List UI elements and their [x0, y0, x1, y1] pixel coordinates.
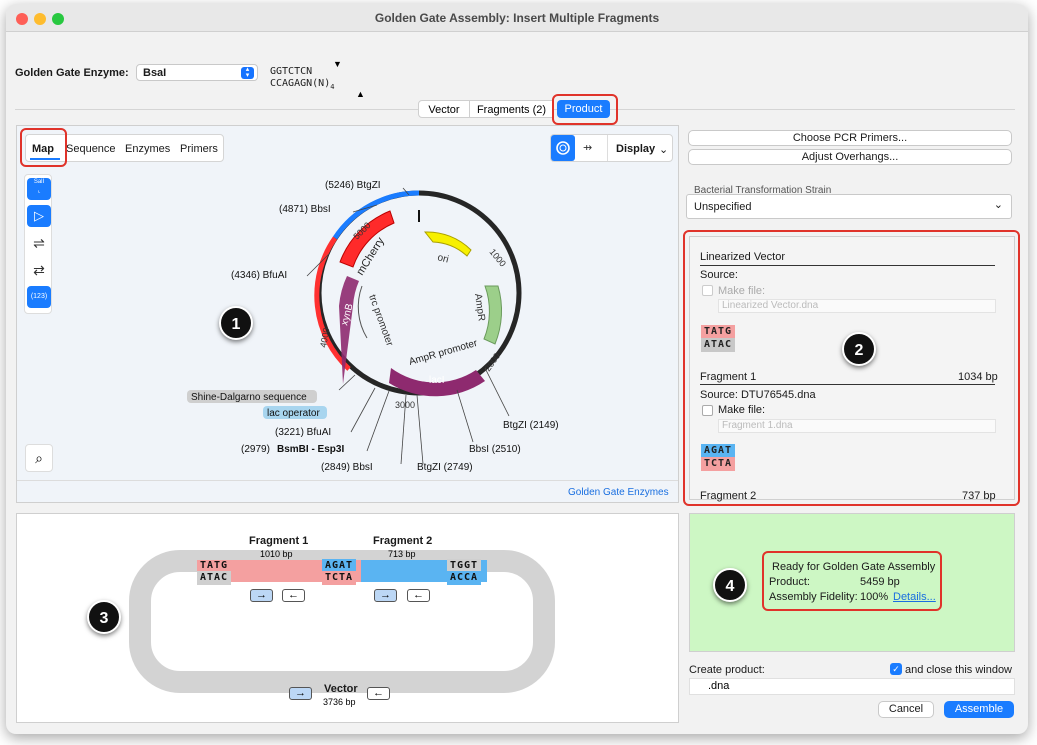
site-top-strand: GGTCTCN	[270, 66, 313, 77]
diagram-fragment1-title: Fragment 1	[249, 535, 309, 547]
window-title: Golden Gate Assembly: Insert Multiple Fr…	[374, 11, 660, 25]
choose-pcr-primers-button[interactable]: Choose PCR Primers...	[688, 130, 1012, 146]
site-2749: BtgZI (2749)	[417, 462, 473, 473]
badge-2: 2	[842, 332, 876, 366]
fragment2-forward-primer-icon[interactable]: →	[374, 589, 397, 602]
site-4346: (4346) BfuAI	[231, 270, 287, 281]
enzyme-select[interactable]: BsaI ▴ ▾	[136, 64, 258, 81]
product-filename-field[interactable]: .dna	[689, 678, 1015, 695]
assemble-button[interactable]: Assemble	[944, 701, 1014, 718]
title-bar: Golden Gate Assembly: Insert Multiple Fr…	[6, 4, 1028, 32]
site-2979-position: (2979)	[241, 444, 270, 455]
enzyme-value: BsaI	[143, 67, 167, 79]
enzyme-label: Golden Gate Enzyme:	[15, 67, 129, 79]
close-window-label: and close this window	[905, 664, 1013, 676]
feature-trc	[357, 285, 368, 339]
label-laci: lacI	[429, 375, 445, 386]
junction1-bottom: ATAC	[197, 571, 232, 585]
label-ampr: AmpR	[472, 293, 487, 322]
site-4871: (4871) BbsI	[279, 204, 331, 215]
select-arrows-icon: ▴ ▾	[241, 66, 254, 79]
map-footer-divider	[17, 480, 678, 481]
site-leader-lines	[306, 187, 510, 465]
label-ori: ori	[436, 252, 449, 265]
status-highlight	[762, 551, 942, 611]
recognition-site: GGTCTCN CCAGAGN(N)4	[270, 66, 334, 93]
diagram-vector-title: Vector	[324, 683, 358, 695]
junction2-bottom: TCTA	[322, 571, 357, 585]
cut-top-marker-icon: ▼	[333, 59, 342, 69]
badge-4: 4	[713, 568, 747, 602]
site-5246: (5246) BtgZI	[325, 180, 381, 191]
tab-fragments[interactable]: Fragments (2)	[469, 100, 554, 118]
cut-bottom-marker-icon: ▲	[356, 89, 365, 99]
diagram-fragment2-title: Fragment 2	[373, 535, 433, 547]
badge-1: 1	[219, 306, 253, 340]
strain-value: Unspecified	[694, 201, 752, 213]
feature-ori	[423, 231, 472, 257]
product-tab-highlight	[552, 94, 618, 125]
tab-vector[interactable]: Vector	[418, 100, 470, 118]
lac-operator-label: lac operator	[267, 408, 320, 419]
vector-forward-primer-icon[interactable]: →	[289, 687, 312, 700]
chevron-down-icon: ⌄	[993, 199, 1003, 211]
site-2849: (2849) BbsI	[321, 462, 373, 473]
shine-dalgarno-label: Shine-Dalgarno sequence	[191, 392, 307, 403]
create-product-label: Create product:	[689, 664, 765, 676]
fragment1-reverse-primer-icon[interactable]: ←	[282, 589, 305, 602]
site-2149: BtgZI (2149)	[503, 420, 559, 431]
fragment1-forward-primer-icon[interactable]: →	[250, 589, 273, 602]
junction3-bottom: ACCA	[447, 571, 482, 585]
close-window-checkbox[interactable]: ✓	[890, 663, 902, 675]
vector-reverse-primer-icon[interactable]: ←	[367, 687, 390, 700]
badge-3: 3	[87, 600, 121, 634]
fragment-list-highlight	[683, 230, 1020, 506]
label-ampr-promoter: AmpR promoter	[408, 338, 480, 368]
site-3221: (3221) BfuAI	[275, 427, 331, 438]
app-window: Golden Gate Assembly: Insert Multiple Fr…	[6, 4, 1028, 734]
golden-gate-enzymes-link[interactable]: Golden Gate Enzymes	[568, 487, 669, 498]
site-bottom-strand: CCAGAGN(N)4	[270, 78, 335, 91]
plasmid-map: ori mCherry AmpR trc promoter xynB AmpR …	[187, 180, 559, 473]
label-trc: trc promoter	[366, 293, 395, 348]
diagram-fragment2-size: 713 bp	[388, 549, 416, 559]
diagram-vector-size: 3736 bp	[323, 697, 356, 707]
cancel-button[interactable]: Cancel	[878, 701, 934, 718]
map-panel: Map Sequence Enzymes Primers ⇸ Display ⌄…	[16, 125, 679, 503]
site-2510: BbsI (2510)	[469, 444, 521, 455]
diagram-fragment1-size: 1010 bp	[260, 549, 293, 559]
fragment2-reverse-primer-icon[interactable]: ←	[407, 589, 430, 602]
adjust-overhangs-button[interactable]: Adjust Overhangs...	[688, 149, 1012, 165]
site-2979-enzyme: BsmBI - Esp3I	[277, 444, 344, 455]
strain-select[interactable]: Unspecified ⌄	[686, 194, 1012, 219]
tick-1000: 1000	[487, 247, 508, 269]
